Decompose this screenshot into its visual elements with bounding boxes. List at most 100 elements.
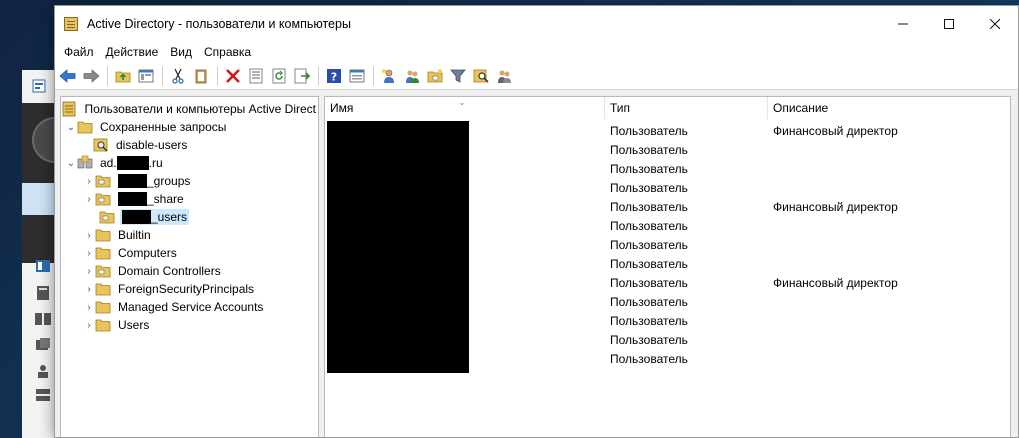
export-list-button[interactable] [291,65,313,87]
find-button[interactable] [470,65,492,87]
toolbar: ? [55,63,1018,90]
cell-type: Пользователь [610,219,688,233]
help-button[interactable]: ? [323,65,345,87]
help-icon: ? [327,69,341,84]
add-to-group-icon [498,70,511,83]
expand-chevron-icon[interactable]: › [83,172,95,190]
properties-button[interactable] [245,65,267,87]
expand-chevron-icon[interactable]: › [83,226,95,244]
tree-item-ou-groups[interactable]: › _groups [61,172,318,190]
new-group-icon [406,70,419,83]
server-icon [37,286,49,300]
find-icon [473,69,489,83]
cut-icon [172,68,184,84]
add-to-group-button[interactable] [493,65,515,87]
menu-bar: Файл Действие Вид Справка [55,41,1018,63]
up-folder-icon [115,71,131,83]
back-arrow-icon [59,69,76,83]
tree-item-ou-users[interactable]: _users [61,208,318,226]
toolbar-separator [373,66,374,86]
expand-chevron-icon[interactable]: › [83,280,95,298]
cell-type: Пользователь [610,276,688,290]
collapse-chevron-icon[interactable]: ⌄ [65,154,77,172]
close-icon [990,18,1000,29]
cell-description: Финансовый директор [773,276,898,290]
storage-icon [36,389,50,401]
collapse-chevron-icon[interactable]: ⌄ [65,118,77,136]
column-header-type[interactable]: Тип [605,97,768,119]
column-name-label: Имя [330,101,354,115]
new-user-icon [382,69,394,83]
tree-item-domain[interactable]: ⌄ ad. .ru [61,154,318,172]
cell-type: Пользователь [610,295,688,309]
column-header-name[interactable]: Имя ⌄ [325,97,605,119]
tree-item-managed-service-accounts[interactable]: › Managed Service Accounts [61,298,318,316]
tree-item-users[interactable]: › Users [61,316,318,334]
redaction-box [118,174,147,189]
tree-label-managed: Managed Service Accounts [118,300,264,314]
expand-chevron-icon[interactable]: › [83,316,95,334]
refresh-icon [272,68,286,84]
cell-type: Пользователь [610,200,688,214]
show-tree-button[interactable] [135,65,157,87]
back-button[interactable] [57,65,79,87]
tree-item-disable-users[interactable]: disable-users [61,136,318,154]
filter-button[interactable] [447,65,469,87]
users-role-icon [38,365,48,378]
tree-label-saved-queries: Сохраненные запросы [100,120,227,134]
new-group-button[interactable] [401,65,423,87]
console-view-button[interactable] [346,65,368,87]
tree-pane[interactable]: Пользователи и компьютеры Active Direct … [60,96,319,437]
cell-type: Пользователь [610,124,688,138]
tree-item-ou-share[interactable]: › _share [61,190,318,208]
tree-item-computers[interactable]: › Computers [61,244,318,262]
folder-icon [95,301,111,314]
tree-item-domain-controllers[interactable]: › Domain Controllers [61,262,318,280]
new-user-button[interactable] [378,65,400,87]
show-tree-icon [138,69,154,83]
menu-view[interactable]: Вид [164,45,198,59]
cell-type: Пользователь [610,314,688,328]
menu-help[interactable]: Справка [198,45,257,59]
list-pane[interactable]: Имя ⌄ Тип Описание Пользователь Финансов… [324,96,1011,437]
column-header-description[interactable]: Описание [768,97,1010,119]
up-level-button[interactable] [112,65,134,87]
redaction-box [116,156,149,171]
tree-label-ou-groups: _groups [116,173,192,190]
tree-item-saved-queries[interactable]: ⌄ Сохраненные запросы [61,118,318,136]
tree-item-builtin[interactable]: › Builtin [61,226,318,244]
expand-chevron-icon[interactable]: › [83,262,95,280]
tree-item-foreign-security-principals[interactable]: › ForeignSecurityPrincipals [61,280,318,298]
menu-action[interactable]: Действие [100,45,165,59]
expand-chevron-icon[interactable]: › [83,298,95,316]
menu-file[interactable]: Файл [58,45,100,59]
expand-chevron-icon[interactable]: › [83,244,95,262]
maximize-button[interactable] [926,6,972,41]
ou-users-suffix: _users [151,209,188,224]
folder-icon [95,229,111,242]
delete-button[interactable] [222,65,244,87]
svg-text:?: ? [331,71,337,84]
forward-arrow-icon [83,69,100,83]
column-description-label: Описание [773,101,829,115]
copy-icon [195,69,207,84]
forward-button[interactable] [80,65,102,87]
close-button[interactable] [972,6,1018,41]
console-content: Пользователи и компьютеры Active Direct … [55,91,1018,437]
cell-type: Пользователь [610,181,688,195]
copy-button[interactable] [190,65,212,87]
minimize-button[interactable] [880,6,926,41]
expand-chevron-icon[interactable]: › [83,190,95,208]
refresh-button[interactable] [268,65,290,87]
cut-button[interactable] [167,65,189,87]
new-ou-button[interactable] [424,65,446,87]
domain-prefix: ad. [100,155,117,170]
tree-item-root[interactable]: Пользователи и компьютеры Active Direct [61,100,318,118]
maximize-icon [944,18,954,29]
export-list-icon [294,68,310,84]
column-type-label: Тип [610,101,631,115]
cell-type: Пользователь [610,143,688,157]
tree-label-users: Users [118,318,150,332]
saved-query-icon [93,138,108,152]
ou-icon [95,175,111,188]
